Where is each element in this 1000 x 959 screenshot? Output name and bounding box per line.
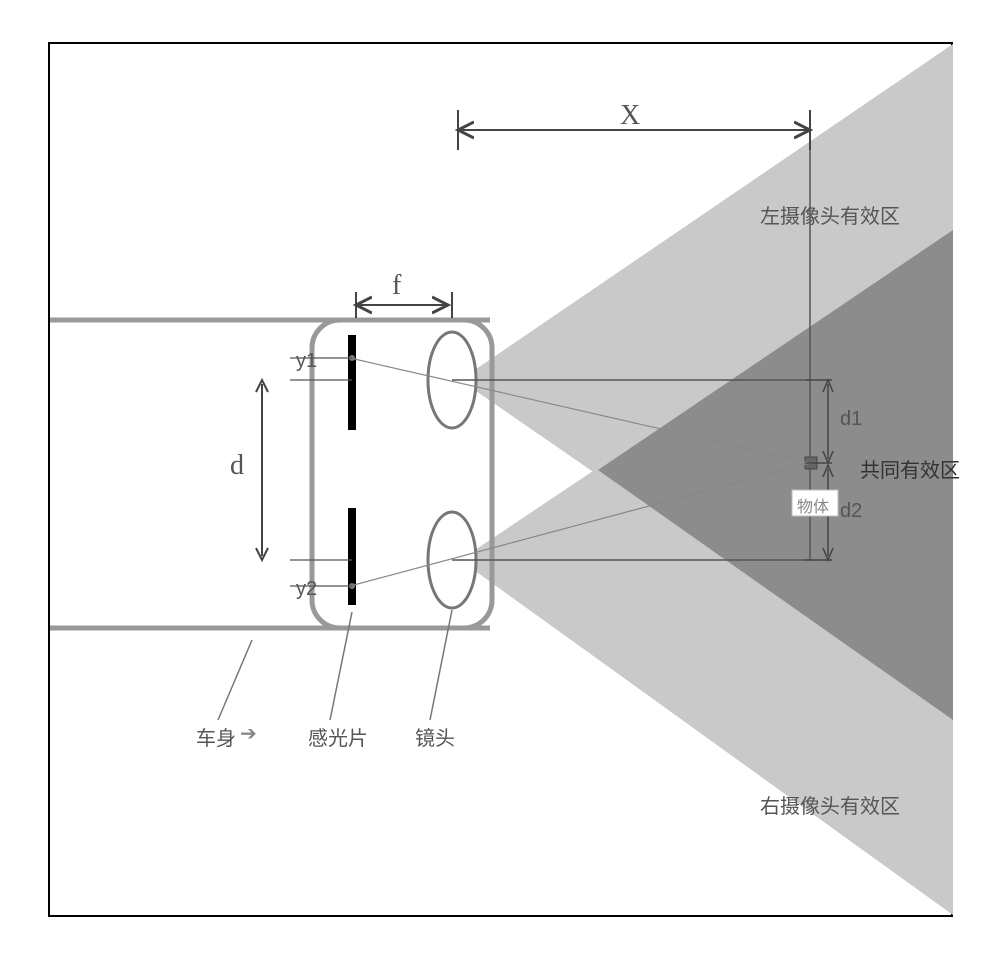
label-d1: d1: [840, 408, 862, 431]
label-sensor: 感光片: [308, 722, 368, 751]
label-y1: y1: [296, 350, 317, 373]
carbody-arrow-icon: ➔: [240, 724, 257, 744]
diagram-canvas: X f d y1 y2 d1 d2 左摄像头有效区 右摄像头有效区 共同有效区 …: [0, 0, 1000, 959]
label-X: X: [620, 100, 640, 132]
label-y2: y2: [296, 578, 317, 601]
leader-carbody: [218, 640, 252, 720]
label-f: f: [392, 270, 401, 302]
label-left-zone: 左摄像头有效区: [760, 200, 900, 229]
label-d2: d2: [840, 500, 862, 523]
label-right-zone: 右摄像头有效区: [760, 790, 900, 819]
label-d: d: [230, 450, 244, 482]
label-lens: 镜头: [415, 722, 455, 751]
label-object: 物体: [797, 493, 829, 517]
label-common-zone: 共同有效区: [860, 454, 960, 483]
label-carbody: 车身: [196, 722, 236, 751]
